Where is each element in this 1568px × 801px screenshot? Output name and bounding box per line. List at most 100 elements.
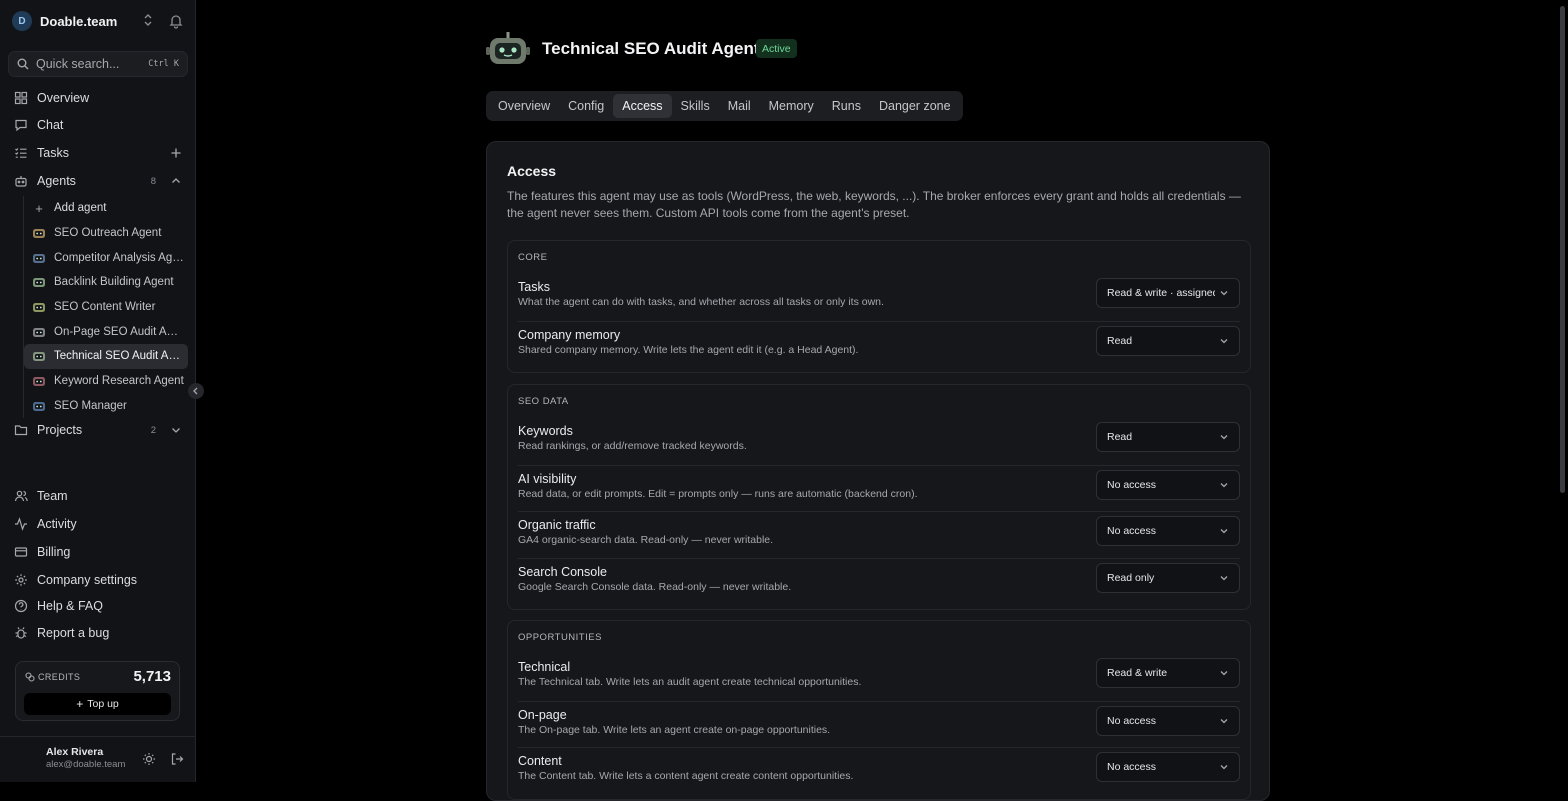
access-row-title: Tasks	[518, 280, 550, 294]
access-level-select[interactable]: Read & write · assigned	[1096, 278, 1240, 308]
nav-help[interactable]: Help & FAQ	[8, 594, 188, 618]
tab-danger-zone[interactable]: Danger zone	[870, 94, 960, 118]
sidebar-agent-name: SEO Manager	[54, 399, 127, 412]
sidebar-agent-item[interactable]: SEO Content Writer	[24, 295, 188, 320]
agent-bot-icon	[33, 401, 45, 411]
sidebar-agent-name: Backlink Building Agent	[54, 276, 174, 289]
nav-tasks[interactable]: Tasks	[8, 141, 188, 165]
access-level-value: Read	[1107, 431, 1133, 443]
tab-config[interactable]: Config	[559, 94, 613, 118]
sidebar-agent-item[interactable]: Competitor Analysis Agent	[24, 245, 188, 270]
agent-bot-icon	[33, 278, 45, 288]
chevron-down-icon	[1220, 435, 1228, 440]
nav-tasks-label: Tasks	[37, 146, 69, 160]
search-placeholder: Quick search...	[36, 57, 120, 71]
access-level-value: No access	[1107, 761, 1157, 773]
access-level-select[interactable]: Read	[1096, 325, 1240, 356]
page-title: Technical SEO Audit Agent	[542, 39, 760, 58]
sidebar-agent-name: Keyword Research Agent	[54, 375, 184, 388]
chevron-updown-icon[interactable]	[140, 13, 156, 29]
scrollbar[interactable]	[1560, 6, 1565, 493]
sidebar-agent-item[interactable]: SEO Outreach Agent	[24, 221, 188, 246]
sidebar-agent-item[interactable]: Technical SEO Audit Agent	[24, 344, 188, 369]
bell-icon[interactable]	[168, 13, 184, 29]
access-card: Access The features this agent may use a…	[486, 141, 1270, 801]
chevron-down-icon[interactable]	[170, 424, 182, 436]
access-level-value: Read & write	[1107, 667, 1168, 679]
access-level-select[interactable]: Read	[1096, 422, 1240, 452]
grid-icon	[14, 91, 28, 105]
chevron-up-icon[interactable]	[170, 175, 182, 187]
activity-icon	[15, 517, 27, 531]
top-up-label: Top up	[87, 698, 119, 710]
access-level-select[interactable]: No access	[1096, 469, 1240, 500]
workspace-name: Doable.team	[40, 13, 118, 29]
help-circle-icon	[14, 599, 28, 613]
folder-icon	[14, 425, 28, 436]
access-title: Access	[507, 163, 557, 179]
logout-icon[interactable]	[170, 752, 184, 766]
credits-label-row: CREDITS	[25, 672, 80, 682]
access-level-select[interactable]: No access	[1096, 705, 1240, 736]
access-row-description: Read rankings, or add/remove tracked key…	[518, 440, 747, 452]
sidebar-agent-name: SEO Content Writer	[54, 301, 156, 314]
access-row-description: The On-page tab. Write lets an agent cre…	[518, 723, 831, 736]
access-level-select[interactable]: Read only	[1096, 562, 1240, 593]
nav-activity[interactable]: Activity	[8, 512, 188, 536]
access-level-select[interactable]: No access	[1096, 752, 1240, 782]
access-row: Tasks What the agent can do with tasks, a…	[518, 274, 1240, 320]
sidebar-agent-item[interactable]: SEO Manager	[24, 394, 188, 419]
access-level-value: No access	[1107, 478, 1157, 491]
add-agent-button[interactable]: + Add agent	[24, 196, 188, 221]
access-row-description: The Content tab. Write lets a content ag…	[518, 770, 854, 782]
sun-icon[interactable]	[142, 752, 156, 766]
access-level-value: Read only	[1107, 571, 1155, 584]
nav-agents[interactable]: Agents 8	[8, 169, 188, 193]
nav-projects-label: Projects	[37, 423, 83, 437]
user-email: alex@doable.team	[46, 759, 126, 770]
nav-billing[interactable]: Billing	[8, 540, 188, 564]
sidebar-agent-item[interactable]: Backlink Building Agent	[24, 270, 188, 295]
nav-billing-label: Billing	[37, 545, 71, 559]
plus-icon[interactable]	[170, 147, 182, 159]
nav-chat[interactable]: Chat	[8, 113, 188, 137]
credits-card: CREDITS 5,713 + Top up	[15, 661, 180, 721]
search-icon	[17, 58, 29, 70]
access-row: Company memory Shared company memory. Wri…	[518, 320, 1240, 367]
access-row: On-page The On-page tab. Write lets an ag…	[518, 700, 1240, 747]
nav-overview[interactable]: Overview	[8, 86, 188, 110]
credits-value: 5,713	[133, 668, 171, 685]
credit-card-icon	[14, 547, 28, 557]
nav-projects[interactable]: Projects 2	[8, 418, 188, 442]
nav-team[interactable]: Team	[8, 484, 188, 508]
access-level-select[interactable]: Read & write	[1096, 658, 1240, 688]
tab-skills[interactable]: Skills	[672, 94, 719, 118]
chevron-down-icon	[1220, 338, 1228, 343]
nav-chat-label: Chat	[37, 118, 64, 132]
projects-count: 2	[150, 424, 156, 436]
nav-help-label: Help & FAQ	[37, 599, 103, 613]
access-row-title: AI visibility	[518, 471, 577, 486]
access-row: Keywords Read rankings, or add/remove tra…	[518, 418, 1240, 464]
workspace-switcher[interactable]: D Doable.team	[12, 9, 184, 33]
access-level-select[interactable]: No access	[1096, 516, 1240, 546]
tab-overview[interactable]: Overview	[489, 94, 559, 118]
sidebar-agent-name: SEO Outreach Agent	[54, 227, 162, 240]
nav-activity-label: Activity	[37, 517, 77, 531]
quick-search-input[interactable]: Quick search... Ctrl K	[8, 51, 188, 77]
tab-access[interactable]: Access	[613, 94, 672, 118]
nav-company-settings[interactable]: Company settings	[8, 568, 188, 592]
tab-runs[interactable]: Runs	[823, 94, 870, 118]
tab-mail[interactable]: Mail	[719, 94, 760, 118]
sidebar-agent-item[interactable]: Keyword Research Agent	[24, 369, 188, 394]
top-up-button[interactable]: + Top up	[24, 693, 171, 715]
sidebar-agent-name: On-Page SEO Audit Agent	[54, 325, 184, 338]
tab-memory[interactable]: Memory	[760, 94, 823, 118]
credits-label: CREDITS	[38, 672, 81, 682]
nav-report-bug[interactable]: Report a bug	[8, 621, 188, 645]
access-row-description: GA4 organic-search data. Read-only — nev…	[518, 534, 774, 546]
user-name: Alex Rivera	[46, 746, 104, 758]
agent-bot-icon	[33, 352, 45, 362]
sidebar-agent-item[interactable]: On-Page SEO Audit Agent	[24, 319, 188, 344]
add-agent-label: Add agent	[54, 202, 107, 215]
